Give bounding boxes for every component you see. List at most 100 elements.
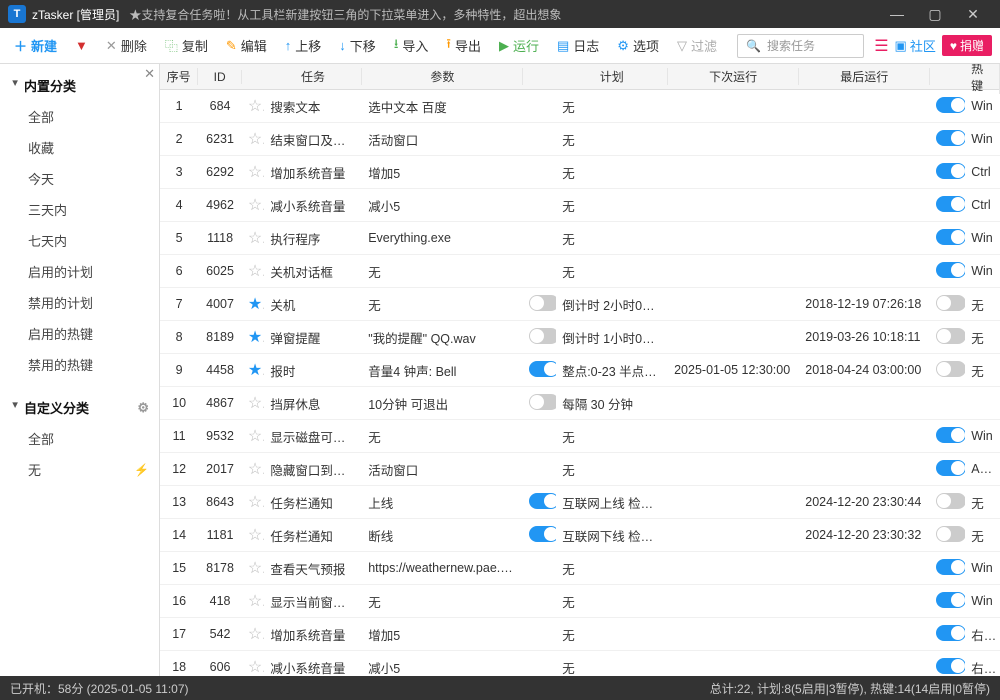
sidebar-close-icon[interactable]: ✕	[144, 66, 155, 82]
table-row[interactable]: 12 2017 ☆ 隐藏窗口到托盘 活动窗口 无 Alt +	[160, 453, 1000, 486]
maximize-button[interactable]: ▢	[916, 0, 954, 28]
minimize-button[interactable]: —	[878, 0, 916, 28]
favorite-star[interactable]: ☆	[248, 659, 265, 676]
sidebar-item[interactable]: 禁用的计划	[0, 287, 159, 318]
plan-toggle[interactable]	[529, 328, 556, 344]
favorite-star[interactable]: ☆	[248, 164, 265, 181]
search-input[interactable]: 🔍搜索任务	[737, 34, 864, 58]
favorite-star[interactable]: ★	[248, 362, 265, 379]
new-dropdown[interactable]: ▼	[69, 35, 94, 56]
sidebar-item[interactable]: 全部	[0, 101, 159, 132]
sidebar-item[interactable]: 全部	[0, 423, 159, 454]
options-button[interactable]: ⚙选项	[611, 33, 665, 58]
col-seq[interactable]: 序号	[160, 68, 198, 85]
hotkey-toggle[interactable]	[936, 625, 965, 641]
table-row[interactable]: 4 4962 ☆ 减小系统音量 减小5 无 Ctrl	[160, 189, 1000, 222]
sidebar-item[interactable]: 今天	[0, 163, 159, 194]
sidebar-item[interactable]: 启用的计划	[0, 256, 159, 287]
sidebar-item[interactable]: 收藏	[0, 132, 159, 163]
table-row[interactable]: 6 6025 ☆ 关机对话框 无 无 Win	[160, 255, 1000, 288]
close-button[interactable]: ✕	[954, 0, 992, 28]
favorite-star[interactable]: ☆	[248, 560, 265, 577]
sidebar-item[interactable]: 禁用的热键	[0, 349, 159, 380]
hotkey-toggle[interactable]	[936, 196, 965, 212]
table-row[interactable]: 5 1118 ☆ 执行程序 Everything.exe 无 Win	[160, 222, 1000, 255]
favorite-star[interactable]: ☆	[248, 395, 265, 412]
table-row[interactable]: 7 4007 ★ 关机 无 倒计时 2小时0… 2018-12-19 07:26…	[160, 288, 1000, 321]
hotkey-toggle[interactable]	[936, 559, 965, 575]
favorite-star[interactable]: ★	[248, 296, 265, 313]
export-button[interactable]: ⭱导出	[440, 32, 487, 60]
community-button[interactable]: ▣社区	[895, 36, 936, 55]
table-row[interactable]: 18 606 ☆ 减小系统音量 减小5 无 右键	[160, 651, 1000, 676]
edit-button[interactable]: ✎编辑	[220, 33, 273, 58]
favorite-star[interactable]: ☆	[248, 527, 265, 544]
favorite-star[interactable]: ☆	[248, 461, 265, 478]
copy-button[interactable]: ⿻复制	[159, 33, 214, 58]
favorite-star[interactable]: ☆	[248, 197, 265, 214]
hotkey-toggle[interactable]	[936, 328, 965, 344]
hotkey-toggle[interactable]	[936, 130, 965, 146]
favorite-star[interactable]: ☆	[248, 593, 265, 610]
table-row[interactable]: 14 1181 ☆ 任务栏通知 断线 互联网下线 检… 2024-12-20 2…	[160, 519, 1000, 552]
favorite-star[interactable]: ☆	[248, 494, 265, 511]
table-row[interactable]: 1 684 ☆ 搜索文本 选中文本 百度 无 Win	[160, 90, 1000, 123]
plan-toggle[interactable]	[529, 394, 556, 410]
favorite-star[interactable]: ☆	[248, 131, 265, 148]
plan-toggle[interactable]	[529, 493, 556, 509]
favorite-star[interactable]: ☆	[248, 98, 265, 115]
table-row[interactable]: 10 4867 ☆ 挡屏休息 10分钟 可退出 每隔 30 分钟	[160, 387, 1000, 420]
movedown-button[interactable]: ↓下移	[333, 33, 382, 58]
run-button[interactable]: ▶运行	[493, 33, 545, 58]
hotkey-toggle[interactable]	[936, 361, 965, 377]
moveup-button[interactable]: ↑上移	[279, 33, 328, 58]
sidebar-item[interactable]: 无⚡	[0, 454, 159, 485]
favorite-star[interactable]: ☆	[248, 626, 265, 643]
col-param[interactable]: 参数	[362, 68, 523, 85]
hotkey-toggle[interactable]	[936, 97, 965, 113]
hotkey-toggle[interactable]	[936, 460, 965, 476]
list-icon[interactable]: ☰	[874, 36, 888, 56]
hotkey-toggle[interactable]	[936, 163, 965, 179]
table-row[interactable]: 3 6292 ☆ 增加系统音量 增加5 无 Ctrl	[160, 156, 1000, 189]
table-row[interactable]: 15 8178 ☆ 查看天气预报 https://weathernew.pae.…	[160, 552, 1000, 585]
favorite-star[interactable]: ☆	[248, 230, 265, 247]
hotkey-toggle[interactable]	[936, 493, 965, 509]
col-next[interactable]: 下次运行	[668, 68, 799, 85]
new-button[interactable]: ＋新建	[8, 33, 63, 58]
table-row[interactable]: 16 418 ☆ 显示当前窗口信… 无 无 Win	[160, 585, 1000, 618]
table-row[interactable]: 17 542 ☆ 增加系统音量 增加5 无 右键	[160, 618, 1000, 651]
col-last[interactable]: 最后运行	[799, 68, 930, 85]
table-row[interactable]: 13 8643 ☆ 任务栏通知 上线 互联网上线 检… 2024-12-20 2…	[160, 486, 1000, 519]
col-id[interactable]: ID	[198, 70, 242, 84]
log-button[interactable]: ▤日志	[551, 33, 605, 58]
plan-toggle[interactable]	[529, 526, 556, 542]
plan-toggle[interactable]	[529, 361, 556, 377]
table-row[interactable]: 11 9532 ☆ 显示磁盘可用空… 无 无 Win	[160, 420, 1000, 453]
hotkey-toggle[interactable]	[936, 229, 965, 245]
delete-button[interactable]: ✕删除	[100, 33, 153, 58]
col-name[interactable]: 任务	[265, 68, 363, 85]
table-row[interactable]: 2 6231 ☆ 结束窗口及其进… 活动窗口 无 Win	[160, 123, 1000, 156]
sidebar-item[interactable]: 七天内	[0, 225, 159, 256]
favorite-star[interactable]: ☆	[248, 428, 265, 445]
import-button[interactable]: ⭳导入	[388, 32, 435, 60]
sidebar-item[interactable]: 启用的热键	[0, 318, 159, 349]
hotkey-toggle[interactable]	[936, 658, 965, 674]
favorite-star[interactable]: ★	[248, 329, 265, 346]
plan-toggle[interactable]	[529, 295, 556, 311]
hotkey-toggle[interactable]	[936, 427, 965, 443]
sidebar-custom-header[interactable]: 自定义分类⚙	[0, 392, 159, 423]
sidebar-builtin-header[interactable]: 内置分类	[0, 70, 159, 101]
gear-icon[interactable]: ⚙	[137, 400, 149, 416]
favorite-star[interactable]: ☆	[248, 263, 265, 280]
hotkey-toggle[interactable]	[936, 526, 965, 542]
hotkey-toggle[interactable]	[936, 262, 965, 278]
hotkey-toggle[interactable]	[936, 295, 965, 311]
hotkey-toggle[interactable]	[936, 592, 965, 608]
col-plan[interactable]: 计划	[556, 68, 668, 85]
filter-button[interactable]: ▽过滤	[671, 33, 723, 58]
table-row[interactable]: 9 4458 ★ 报时 音量4 钟声: Bell 整点:0-23 半点… 202…	[160, 354, 1000, 387]
donate-button[interactable]: ♥捐赠	[942, 35, 992, 56]
sidebar-item[interactable]: 三天内	[0, 194, 159, 225]
